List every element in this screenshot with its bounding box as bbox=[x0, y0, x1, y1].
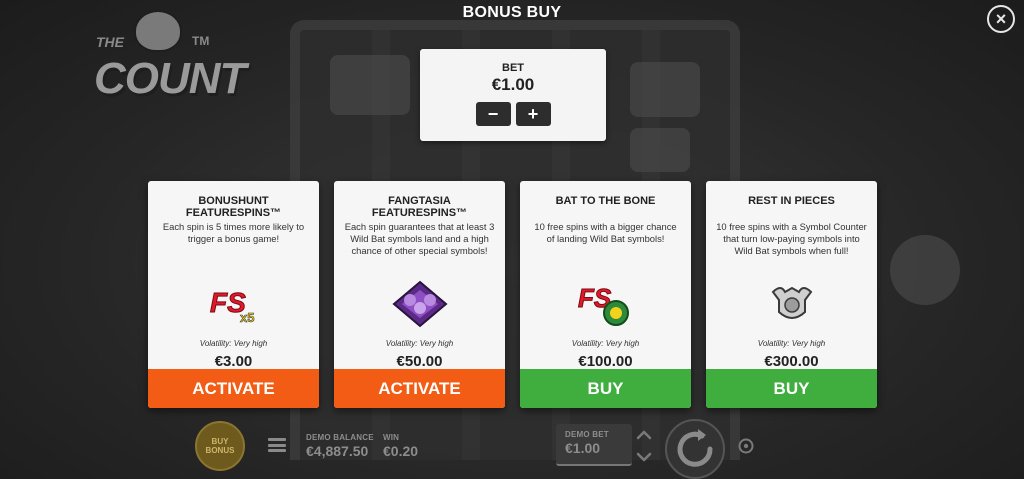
demo-balance-value: €4,887.50 bbox=[306, 443, 369, 459]
plus-icon: + bbox=[527, 103, 539, 124]
tombstone-symbol-icon bbox=[630, 128, 690, 172]
buy-bonus-line1: BUY bbox=[211, 437, 229, 446]
bat-cluster-icon bbox=[334, 273, 505, 333]
buy-bonus-line2: BONUS bbox=[205, 446, 235, 455]
demo-bet-label: DEMO BET bbox=[565, 430, 609, 439]
close-icon: × bbox=[995, 9, 1007, 29]
demo-balance: DEMO BALANCE €4,887.50 bbox=[306, 433, 374, 459]
close-button[interactable]: × bbox=[987, 5, 1015, 33]
win-label: WIN bbox=[383, 433, 400, 442]
demo-bet-value: €1.00 bbox=[565, 440, 601, 456]
coffin-symbol-icon bbox=[630, 62, 700, 117]
card-title: BAT TO THE BONE bbox=[555, 195, 656, 207]
glove-hand-icon bbox=[890, 235, 960, 305]
coffin-symbol-icon bbox=[330, 55, 410, 115]
menu-icon[interactable] bbox=[268, 438, 286, 452]
bet-arrows-icon[interactable] bbox=[636, 428, 652, 464]
bet-increase-button[interactable]: + bbox=[515, 102, 551, 126]
modal-title: BONUS BUY bbox=[462, 4, 562, 21]
card-description: Each spin guarantees that at least 3 Wil… bbox=[344, 221, 495, 256]
bet-value: €1.00 bbox=[491, 75, 535, 94]
autoplay-icon[interactable] bbox=[737, 437, 755, 455]
bet-controls: − + bbox=[420, 102, 606, 126]
minus-icon: − bbox=[487, 103, 499, 124]
logo-trademark: TM bbox=[192, 34, 210, 48]
demo-bet-display[interactable]: DEMO BET €1.00 bbox=[556, 424, 632, 466]
logo-prefix: THE bbox=[96, 34, 124, 50]
bonus-card-fangtasia: FANGTASIA FEATURESPINS™ Each spin guaran… bbox=[334, 181, 505, 408]
bet-panel: BET €1.00 − + bbox=[420, 49, 606, 141]
bet-label: BET bbox=[502, 62, 524, 74]
bonus-card-bat-to-the-bone: BAT TO THE BONE 10 free spins with a big… bbox=[520, 181, 691, 408]
fs-badge-text: x5 bbox=[240, 310, 254, 325]
spin-icon[interactable] bbox=[664, 418, 726, 479]
game-logo: THE TM COUNT bbox=[82, 10, 246, 110]
volatility-label: Volatility: Very high bbox=[757, 339, 826, 348]
demo-balance-label: DEMO BALANCE bbox=[306, 433, 374, 442]
win-value: €0.20 bbox=[383, 443, 419, 459]
buy-button[interactable]: BUY bbox=[706, 369, 877, 408]
fs-x5-icon: FS x5 bbox=[148, 273, 319, 333]
card-description: Each spin is 5 times more likely to trig… bbox=[162, 221, 305, 244]
bonus-card-bonushunt: BONUSHUNT FEATURESPINS™ Each spin is 5 t… bbox=[148, 181, 319, 408]
card-title: BONUSHUNT FEATURESPINS™ bbox=[185, 195, 282, 219]
bat-emblem-icon bbox=[706, 273, 877, 333]
volatility-label: Volatility: Very high bbox=[385, 339, 454, 348]
card-description: 10 free spins with a bigger chance of la… bbox=[534, 221, 677, 244]
logo-name: COUNT bbox=[94, 54, 246, 103]
activate-button[interactable]: ACTIVATE bbox=[148, 369, 319, 408]
win-display: WIN €0.20 bbox=[383, 433, 418, 459]
bet-decrease-button[interactable]: − bbox=[475, 102, 511, 126]
card-description: 10 free spins with a Symbol Counter that… bbox=[716, 221, 867, 256]
volatility-label: Volatility: Very high bbox=[571, 339, 640, 348]
buy-bonus-button[interactable]: BUY BONUS bbox=[195, 421, 245, 471]
fs-bat-icon: FS bbox=[520, 273, 691, 333]
card-title: REST IN PIECES bbox=[748, 195, 835, 207]
activate-button[interactable]: ACTIVATE bbox=[334, 369, 505, 408]
buy-button[interactable]: BUY bbox=[520, 369, 691, 408]
volatility-label: Volatility: Very high bbox=[199, 339, 268, 348]
bonus-card-rest-in-pieces: REST IN PIECES 10 free spins with a Symb… bbox=[706, 181, 877, 408]
card-title: FANGTASIA FEATURESPINS™ bbox=[371, 195, 468, 219]
demo-bet: DEMO BET €1.00 bbox=[565, 430, 632, 456]
